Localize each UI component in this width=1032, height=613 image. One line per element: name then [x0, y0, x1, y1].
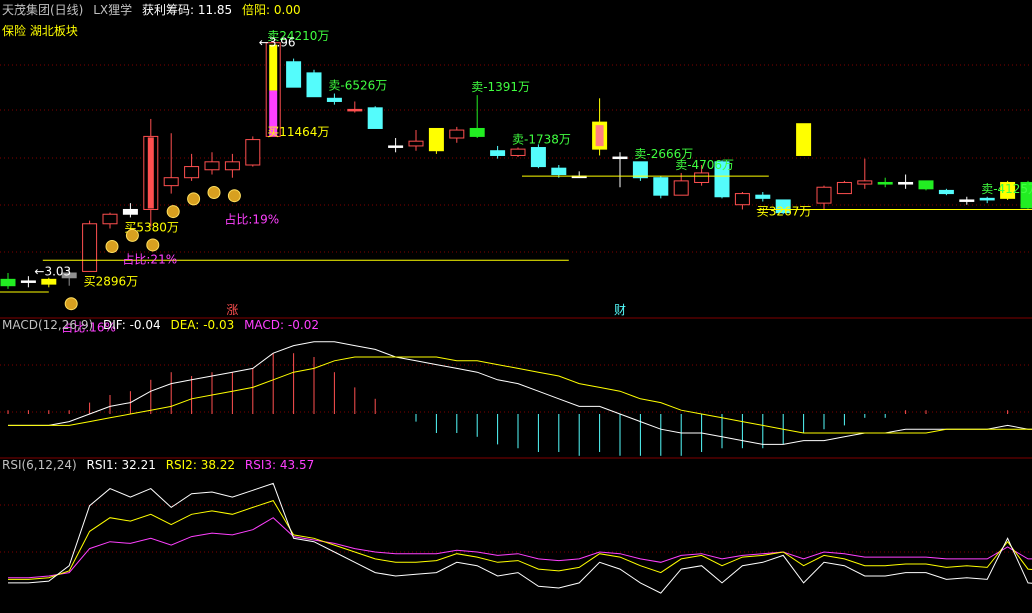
flow-annotation: 买3267万: [757, 205, 812, 219]
rsi1-line: [8, 482, 1032, 594]
ratio-label: 占比:19%: [224, 212, 279, 227]
money-bag-icon: [207, 186, 221, 200]
rsi-panel: [8, 482, 1032, 594]
candle-body: [755, 194, 771, 199]
ratio-label: 占比:21%: [122, 251, 177, 266]
candle-body: [612, 156, 628, 160]
macd-title[interactable]: MACD(12,26,9): [2, 318, 93, 332]
yang-label: 倍阳:: [242, 3, 271, 17]
candle-body: [653, 177, 669, 196]
candle-body: [632, 161, 648, 179]
candle-body: [673, 180, 689, 196]
candle-body: [204, 161, 220, 171]
sector-label: 保险 湖北板块: [2, 24, 78, 38]
yang-value: 0.00: [273, 3, 301, 17]
candle-body: [0, 278, 16, 287]
money-bag-icon: [105, 240, 119, 254]
candle-body: [551, 167, 567, 176]
candle-body: [510, 148, 526, 156]
indicator-name: LX狸学: [93, 3, 133, 17]
rsi3-value: 43.57: [279, 458, 315, 472]
rsi2-line: [8, 499, 1032, 580]
rsi2-label: RSI2:: [165, 458, 197, 472]
main-header: 天茂集团(日线) LX狸学 获利筹码: 11.85 倍阳: 0.00: [2, 3, 307, 17]
rsi1-label: RSI1:: [86, 458, 118, 472]
candle-overlay-pink: [595, 125, 604, 147]
dif-line: [8, 341, 1032, 445]
candle-body: [836, 181, 852, 195]
flow-annotation: 卖-4706万: [675, 158, 734, 172]
stock-chart[interactable]: 买2896万买5380万买11464万卖24210万卖-6526万 卖-1391万…: [0, 0, 1032, 613]
money-bag-icon: [64, 297, 78, 311]
candle-body: [286, 61, 302, 88]
candle-overlay-red: [147, 137, 154, 209]
candle-body: [816, 186, 832, 204]
flow-annotation: 卖-4125万: [981, 182, 1032, 196]
money-bag-icon: [125, 228, 139, 242]
flow-annotation: 卖-1391万: [471, 80, 530, 94]
candle-body: [245, 139, 261, 166]
price-mark: ←3.96: [259, 36, 296, 50]
price-mark: ←3.03: [34, 264, 71, 278]
candle-body: [938, 189, 954, 195]
candle-body: [877, 181, 893, 185]
candle-body: [82, 223, 98, 272]
candle-body: [796, 123, 812, 156]
dea-label: DEA:: [170, 318, 200, 332]
macd-value: -0.02: [287, 318, 319, 332]
candle-body: [41, 278, 57, 285]
candle-body: [898, 181, 914, 185]
rsi2-value: 38.22: [200, 458, 236, 472]
candle-body: [979, 197, 995, 201]
event-mark: 财: [614, 303, 626, 317]
stock-name[interactable]: 天茂集团(日线): [2, 3, 83, 17]
rsi-title[interactable]: RSI(6,12,24): [2, 458, 77, 472]
candle-body: [184, 166, 200, 179]
macd-header: MACD(12,26,9) DIF: -0.04 DEA: -0.03 MACD…: [2, 318, 325, 332]
candle-body: [734, 193, 750, 206]
dea-line: [8, 356, 1032, 434]
flow-annotation: 买11464万: [267, 125, 329, 139]
dif-value: -0.04: [129, 318, 161, 332]
candle-body: [490, 150, 506, 156]
rsi-header: RSI(6,12,24) RSI1: 32.21 RSI2: 38.22 RSI…: [2, 458, 320, 472]
candle-body: [959, 199, 975, 202]
candle-body: [918, 180, 934, 190]
flow-annotation: 买2896万: [84, 274, 139, 288]
flow-annotation: 卖-1738万: [512, 133, 571, 147]
money-bag-icon: [227, 189, 241, 203]
flow-annotation: 卖-6526万: [328, 79, 387, 93]
macd-panel: [7, 341, 1032, 456]
chip-value: 11.85: [197, 3, 233, 17]
money-bag-icon: [187, 192, 201, 206]
money-bag-icon: [166, 205, 180, 219]
candle-body: [367, 107, 383, 129]
rsi1-value: 32.21: [121, 458, 156, 472]
candle-body: [326, 97, 342, 102]
candle-body: [224, 161, 240, 171]
chip-label: 获利筹码:: [141, 3, 194, 17]
money-bag-icon: [146, 238, 160, 252]
candle-body: [388, 145, 404, 148]
candle-body: [408, 140, 424, 147]
candle-body: [694, 172, 710, 183]
candle-body: [163, 177, 179, 187]
candle-body: [347, 108, 363, 112]
rsi3-line: [8, 517, 1032, 579]
candle-body: [102, 213, 118, 225]
dea-value: -0.03: [203, 318, 235, 332]
candle-overlay-yellow: [269, 44, 278, 91]
event-mark: 涨: [226, 302, 238, 317]
candle-body: [122, 208, 138, 215]
candle-body: [449, 129, 465, 139]
candle-body: [20, 280, 36, 283]
candle-body: [428, 127, 444, 152]
candle-body: [306, 72, 322, 98]
candle-body: [857, 180, 873, 185]
dif-label: DIF:: [102, 318, 126, 332]
candle-body: [530, 147, 546, 168]
candle-body: [469, 127, 485, 137]
rsi3-label: RSI3:: [244, 458, 277, 472]
macd-label: MACD:: [244, 318, 285, 332]
